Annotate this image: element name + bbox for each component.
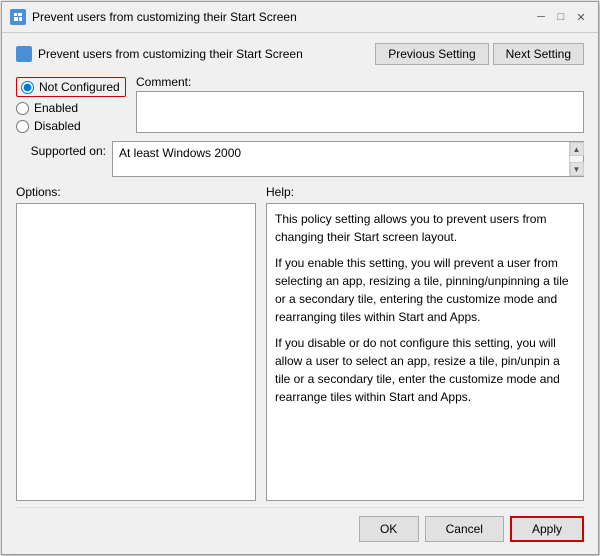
enabled-option[interactable]: Enabled	[16, 101, 126, 115]
radio-group: Not Configured Enabled Disabled	[16, 75, 126, 133]
title-bar-left: Prevent users from customizing their Sta…	[10, 9, 297, 25]
options-panel: Options:	[16, 185, 256, 501]
apply-button[interactable]: Apply	[510, 516, 584, 542]
scroll-down-arrow[interactable]: ▼	[570, 162, 584, 176]
main-panel: Not Configured Enabled Disabled Comment:	[16, 75, 584, 501]
content-area: Prevent users from customizing their Sta…	[2, 33, 598, 554]
comment-section: Comment:	[136, 75, 584, 133]
help-box: This policy setting allows you to preven…	[266, 203, 584, 501]
supported-label: Supported on:	[16, 141, 106, 158]
header-buttons: Previous Setting Next Setting	[375, 43, 584, 65]
help-paragraph-3: If you disable or do not configure this …	[275, 334, 575, 406]
help-panel: Help: This policy setting allows you to …	[266, 185, 584, 501]
window-icon	[10, 9, 26, 25]
maximize-button[interactable]: □	[552, 8, 570, 26]
header-title-area: Prevent users from customizing their Sta…	[16, 46, 303, 62]
comment-textarea[interactable]	[136, 91, 584, 133]
cancel-button[interactable]: Cancel	[425, 516, 504, 542]
scroll-up-arrow[interactable]: ▲	[570, 142, 584, 156]
enabled-radio[interactable]	[16, 102, 29, 115]
bottom-section: Options: Help: This policy setting allow…	[16, 185, 584, 501]
comment-label: Comment:	[136, 75, 584, 89]
not-configured-label: Not Configured	[39, 80, 120, 94]
window-title: Prevent users from customizing their Sta…	[32, 10, 297, 24]
supported-value: At least Windows 2000	[117, 144, 243, 162]
options-label: Options:	[16, 185, 256, 199]
title-bar-controls: ─ □ ✕	[532, 8, 590, 26]
disabled-option[interactable]: Disabled	[16, 119, 126, 133]
enabled-label: Enabled	[34, 101, 78, 115]
header-title-text: Prevent users from customizing their Sta…	[38, 47, 303, 61]
ok-button[interactable]: OK	[359, 516, 419, 542]
help-label: Help:	[266, 185, 584, 199]
header-icon	[16, 46, 32, 62]
close-button[interactable]: ✕	[572, 8, 590, 26]
supported-scrollbar: ▲ ▼	[569, 142, 583, 176]
header-row: Prevent users from customizing their Sta…	[16, 43, 584, 65]
title-bar: Prevent users from customizing their Sta…	[2, 2, 598, 33]
not-configured-radio[interactable]	[21, 81, 34, 94]
supported-row: Supported on: At least Windows 2000 ▲ ▼	[16, 141, 584, 177]
minimize-button[interactable]: ─	[532, 8, 550, 26]
disabled-radio[interactable]	[16, 120, 29, 133]
help-paragraph-1: This policy setting allows you to preven…	[275, 210, 575, 246]
supported-box: At least Windows 2000 ▲ ▼	[112, 141, 584, 177]
not-configured-option[interactable]: Not Configured	[16, 77, 126, 97]
main-window: Prevent users from customizing their Sta…	[1, 1, 599, 555]
top-section: Not Configured Enabled Disabled Comment:	[16, 75, 584, 133]
next-setting-button[interactable]: Next Setting	[493, 43, 584, 65]
options-box	[16, 203, 256, 501]
previous-setting-button[interactable]: Previous Setting	[375, 43, 488, 65]
help-paragraph-2: If you enable this setting, you will pre…	[275, 254, 575, 326]
disabled-label: Disabled	[34, 119, 81, 133]
footer: OK Cancel Apply	[16, 507, 584, 546]
